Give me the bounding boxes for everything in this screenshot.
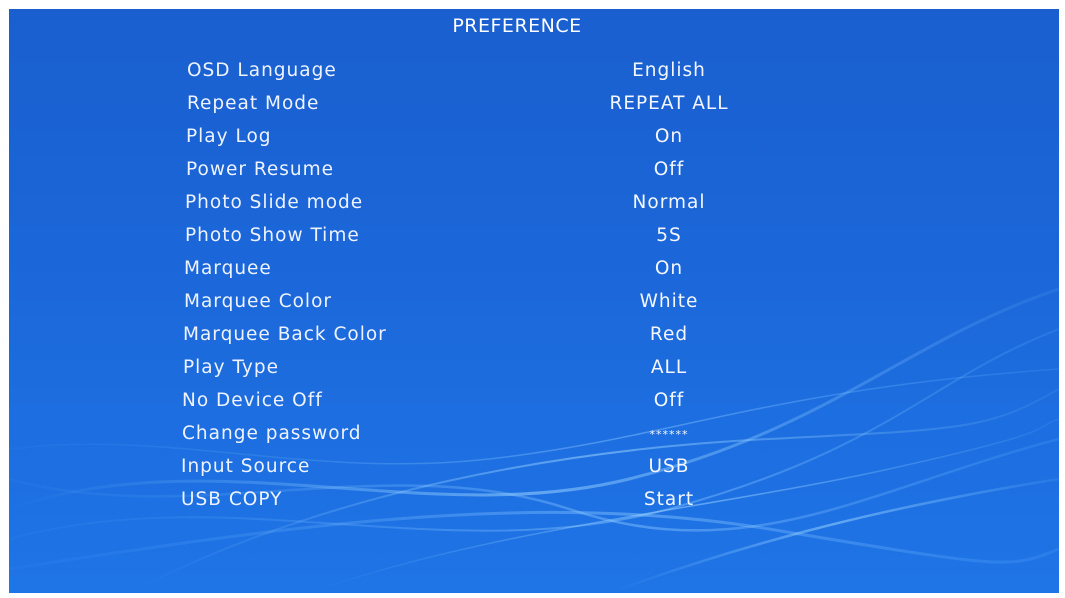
- menu-item-value: Red: [649, 324, 689, 345]
- menu-item-input-source[interactable]: Input Source USB: [9, 456, 1059, 489]
- menu-item-value: REPEAT ALL: [609, 93, 729, 114]
- osd-screen: PREFERENCE OSD Language English Repeat M…: [9, 9, 1059, 593]
- menu-item-value: Normal: [632, 192, 706, 213]
- menu-item-value: On: [654, 126, 684, 147]
- menu-item-play-log[interactable]: Play Log On: [9, 126, 1059, 159]
- menu-item-value: On: [654, 258, 684, 279]
- menu-item-label: Play Log: [186, 126, 272, 147]
- menu-item-change-password[interactable]: Change password ******: [9, 423, 1059, 456]
- menu-item-value: Off: [653, 159, 685, 180]
- menu-item-label: Input Source: [181, 456, 311, 477]
- menu-item-marquee-back-color[interactable]: Marquee Back Color Red: [9, 324, 1059, 357]
- menu-item-label: Marquee Back Color: [183, 324, 387, 345]
- menu-item-label: Marquee Color: [184, 291, 332, 312]
- menu-item-marquee[interactable]: Marquee On: [9, 258, 1059, 291]
- menu-item-value: English: [632, 60, 706, 81]
- password-mask: ******: [649, 428, 689, 441]
- menu-item-osd-language[interactable]: OSD Language English: [9, 60, 1059, 93]
- menu-item-label: No Device Off: [182, 390, 323, 411]
- menu-item-no-device-off[interactable]: No Device Off Off: [9, 390, 1059, 423]
- menu-item-play-type[interactable]: Play Type ALL: [9, 357, 1059, 390]
- menu-item-photo-slide-mode[interactable]: Photo Slide mode Normal: [9, 192, 1059, 225]
- menu-item-value: 5S: [656, 225, 682, 246]
- menu-item-value: USB: [648, 456, 690, 477]
- menu-item-label: Change password: [182, 423, 362, 444]
- menu-item-photo-show-time[interactable]: Photo Show Time 5S: [9, 225, 1059, 258]
- menu-item-repeat-mode[interactable]: Repeat Mode REPEAT ALL: [9, 93, 1059, 126]
- menu-item-label: Marquee: [184, 258, 272, 279]
- menu-item-usb-copy[interactable]: USB COPY Start: [9, 489, 1059, 522]
- menu-item-value: Off: [653, 390, 685, 411]
- menu-item-label: OSD Language: [187, 60, 337, 81]
- menu-item-marquee-color[interactable]: Marquee Color White: [9, 291, 1059, 324]
- menu-item-label: Photo Slide mode: [185, 192, 364, 213]
- menu-item-value: ALL: [650, 357, 688, 378]
- menu-item-label: Power Resume: [186, 159, 334, 180]
- menu-item-value: White: [639, 291, 699, 312]
- menu-item-label: Repeat Mode: [187, 93, 320, 114]
- menu-title: PREFERENCE: [452, 15, 582, 37]
- menu-item-label: USB COPY: [181, 489, 283, 510]
- menu-item-label: Photo Show Time: [185, 225, 360, 246]
- menu-item-label: Play Type: [183, 357, 279, 378]
- preference-list: OSD Language English Repeat Mode REPEAT …: [9, 60, 1059, 522]
- menu-item-value: Start: [643, 489, 695, 510]
- menu-item-power-resume[interactable]: Power Resume Off: [9, 159, 1059, 192]
